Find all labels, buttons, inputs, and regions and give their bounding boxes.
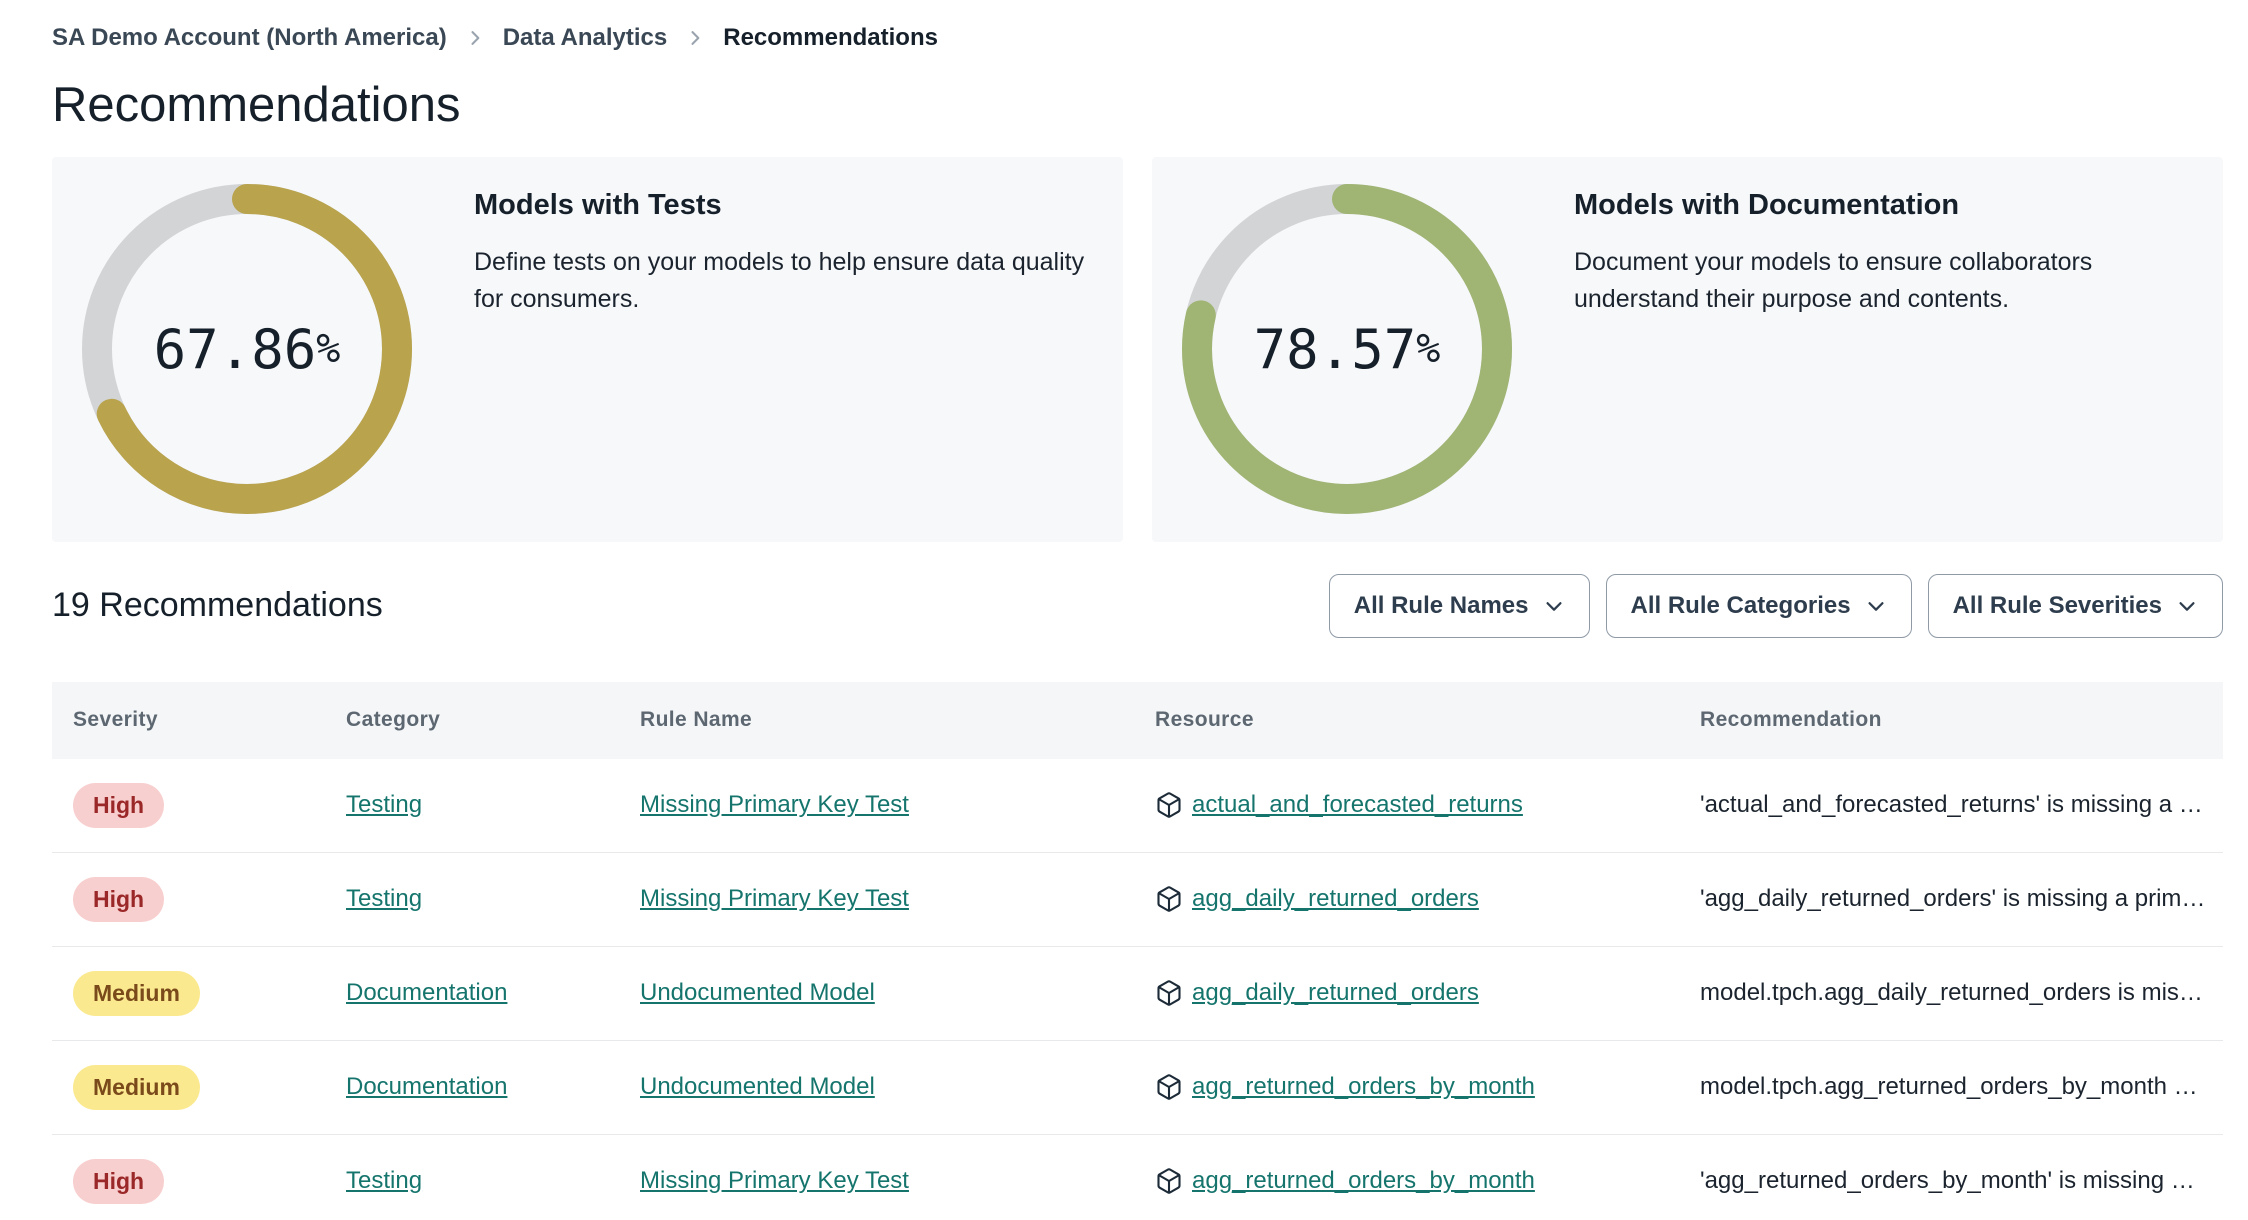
filter-label: All Rule Names xyxy=(1353,591,1529,619)
donut-value: 67.86 xyxy=(153,317,317,381)
page-title: Recommendations xyxy=(52,78,461,132)
chevron-right-icon xyxy=(691,31,700,45)
filter-label: All Rule Severities xyxy=(1952,591,2162,619)
table-row: High Testing Missing Primary Key Test ag… xyxy=(52,1134,2223,1220)
card-title: Models with Documentation xyxy=(1574,188,1960,221)
filter-rule-categories-dropdown[interactable]: All Rule Categories xyxy=(1605,573,1912,638)
column-header-recommendation: Recommendation xyxy=(1700,708,1882,732)
donut-percentage: 67.86% xyxy=(82,184,412,514)
card-text: Models with Tests Define tests on your m… xyxy=(474,157,1093,318)
metric-cards: 67.86% Models with Tests Define tests on… xyxy=(52,156,2223,542)
model-cube-icon xyxy=(1155,1167,1183,1195)
recommendations-count-title: 19 Recommendations xyxy=(52,586,383,625)
resource-link[interactable]: actual_and_forecasted_returns xyxy=(1192,791,1523,819)
card-description: Define tests on your models to help ensu… xyxy=(474,247,1085,313)
model-cube-icon xyxy=(1155,791,1183,819)
metric-card-models-with-tests: 67.86% Models with Tests Define tests on… xyxy=(52,156,1123,542)
category-link[interactable]: Testing xyxy=(346,791,422,818)
rule-name-link[interactable]: Missing Primary Key Test xyxy=(640,885,909,912)
chevron-down-icon xyxy=(2179,601,2195,611)
severity-badge: High xyxy=(73,782,165,828)
table-row: High Testing Missing Primary Key Test ag… xyxy=(52,852,2223,947)
table-row: High Testing Missing Primary Key Test ac… xyxy=(52,758,2223,853)
category-link[interactable]: Testing xyxy=(346,1167,422,1194)
recommendation-text: 'agg_returned_orders_by_month' is missin… xyxy=(1700,1167,2195,1195)
donut-chart-documentation: 78.57% xyxy=(1182,184,1512,515)
breadcrumb-account[interactable]: SA Demo Account (North America) xyxy=(52,24,447,52)
table-row: Medium Documentation Undocumented Model … xyxy=(52,946,2223,1041)
resource-link[interactable]: agg_daily_returned_orders xyxy=(1192,885,1479,913)
table-row: Medium Documentation Undocumented Model … xyxy=(52,1040,2223,1135)
rule-name-link[interactable]: Undocumented Model xyxy=(640,979,875,1006)
recommendation-text: 'agg_daily_returned_orders' is missing a… xyxy=(1700,885,2206,913)
filter-label: All Rule Categories xyxy=(1630,591,1851,619)
rule-name-link[interactable]: Missing Primary Key Test xyxy=(640,1167,909,1194)
rule-name-link[interactable]: Undocumented Model xyxy=(640,1073,875,1100)
breadcrumb-current: Recommendations xyxy=(723,24,938,51)
resource-link[interactable]: agg_returned_orders_by_month xyxy=(1192,1073,1535,1101)
column-header-severity: Severity xyxy=(73,708,158,732)
severity-badge: Medium xyxy=(73,1064,200,1110)
column-header-rule-name: Rule Name xyxy=(640,708,753,732)
severity-badge: High xyxy=(73,876,165,922)
recommendation-text: model.tpch.agg_daily_returned_orders is … xyxy=(1700,979,2203,1007)
filter-rule-names-dropdown[interactable]: All Rule Names xyxy=(1328,573,1590,638)
category-link[interactable]: Documentation xyxy=(346,1073,507,1100)
breadcrumb: SA Demo Account (North America) Data Ana… xyxy=(52,24,2223,52)
resource-link[interactable]: agg_returned_orders_by_month xyxy=(1192,1167,1535,1195)
donut-value: 78.57 xyxy=(1253,317,1417,381)
column-header-category: Category xyxy=(346,708,441,732)
model-cube-icon xyxy=(1155,885,1183,913)
recommendations-page: SA Demo Account (North America) Data Ana… xyxy=(0,0,2248,1220)
card-title: Models with Tests xyxy=(474,188,722,221)
metric-card-models-with-documentation: 78.57% Models with Documentation Documen… xyxy=(1152,156,2223,542)
filter-bar: All Rule Names All Rule Categories All R… xyxy=(1328,573,2223,638)
recommendation-text: 'actual_and_forecasted_returns' is missi… xyxy=(1700,791,2203,819)
severity-badge: High xyxy=(73,1158,165,1204)
chevron-down-icon xyxy=(1868,601,1884,611)
card-description: Document your models to ensure collabora… xyxy=(1574,247,2093,313)
model-cube-icon xyxy=(1155,979,1183,1007)
percent-sign: % xyxy=(316,326,341,373)
category-link[interactable]: Testing xyxy=(346,885,422,912)
table-header-row: Severity Category Rule Name Resource Rec… xyxy=(52,681,2223,759)
percent-sign: % xyxy=(1416,326,1441,373)
list-header: 19 Recommendations All Rule Names All Ru… xyxy=(52,573,2223,638)
chevron-right-icon xyxy=(471,31,480,45)
donut-chart-tests: 67.86% xyxy=(82,184,412,515)
recommendation-text: model.tpch.agg_returned_orders_by_month … xyxy=(1700,1073,2198,1101)
chevron-down-icon xyxy=(1545,601,1562,611)
category-link[interactable]: Documentation xyxy=(346,979,507,1006)
donut-percentage: 78.57% xyxy=(1182,184,1512,514)
column-header-resource: Resource xyxy=(1155,708,1254,732)
model-cube-icon xyxy=(1155,1073,1183,1101)
resource-link[interactable]: agg_daily_returned_orders xyxy=(1192,979,1479,1007)
filter-rule-severities-dropdown[interactable]: All Rule Severities xyxy=(1927,573,2223,638)
breadcrumb-project[interactable]: Data Analytics xyxy=(503,24,668,52)
severity-badge: Medium xyxy=(73,970,200,1016)
card-text: Models with Documentation Document your … xyxy=(1574,157,2193,318)
recommendations-table: Severity Category Rule Name Resource Rec… xyxy=(52,681,2223,1220)
rule-name-link[interactable]: Missing Primary Key Test xyxy=(640,791,909,818)
